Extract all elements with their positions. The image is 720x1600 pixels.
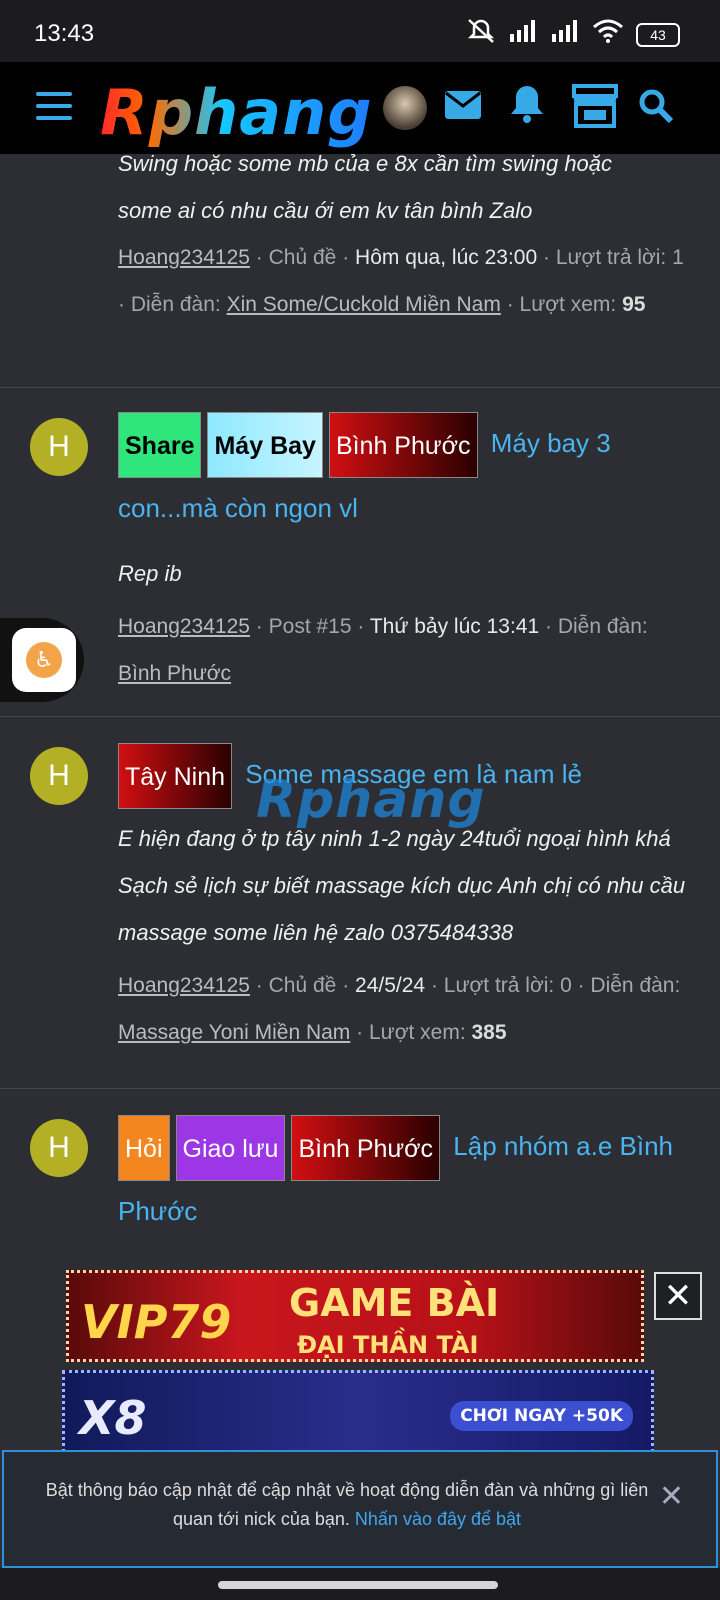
item-snippet: Swing hoặc some mb của e 8x cần tìm swin…: [118, 140, 696, 234]
tag-tay-ninh[interactable]: Tây Ninh: [118, 743, 233, 809]
ad-headline: GAME BÀI: [289, 1281, 500, 1325]
item-replies: Lượt trả lời: 0: [443, 974, 572, 997]
search-icon[interactable]: [638, 88, 674, 129]
menu-icon[interactable]: [36, 92, 72, 120]
notice-text: Bật thông báo cập nhật để cập nhật về ho…: [45, 1480, 649, 1529]
status-icons: 43: [466, 18, 680, 51]
battery-icon: 43: [636, 22, 680, 47]
system-nav-bar: [0, 1568, 720, 1600]
status-time: 13:43: [34, 20, 95, 47]
store-icon[interactable]: [570, 84, 620, 133]
ad-close-button[interactable]: ✕: [654, 1272, 702, 1320]
item-type: Chủ đề: [268, 246, 337, 269]
item-views: 385: [471, 1021, 507, 1044]
forum-link[interactable]: Xin Some/Cuckold Miền Nam: [227, 293, 501, 316]
item-meta: Hoang234125 · Chủ đề · 24/5/24 · Lượt tr…: [118, 974, 681, 1044]
forum-label: Diễn đàn:: [557, 615, 648, 638]
home-gesture-handle[interactable]: [218, 1581, 498, 1589]
ad-subline: ĐẠI THẦN TÀI: [297, 1331, 479, 1359]
tag-hoi[interactable]: Hỏi: [118, 1115, 170, 1181]
snippet-line: Swing hoặc some mb của e 8x cần tìm swin…: [118, 151, 613, 176]
watermark-logo: Rphang: [256, 770, 486, 830]
status-bar: 13:43 43: [0, 0, 720, 62]
enable-notifications-link[interactable]: Nhấn vào đây để bật: [355, 1509, 521, 1529]
tag-binh-phuoc[interactable]: Bình Phước: [328, 412, 478, 478]
ad-banner-x8[interactable]: X8 CHƠI NGAY +50K: [62, 1370, 654, 1460]
tag-share[interactable]: Share: [118, 412, 202, 478]
search-results: Swing hoặc some mb của e 8x cần tìm swin…: [0, 151, 720, 1289]
signal-icon-2: [550, 20, 580, 49]
thread-title[interactable]: Share Máy Bay Bình Phước Máy bay 3 con...m…: [118, 412, 696, 538]
avatar[interactable]: H: [30, 418, 88, 476]
item-date: Thứ bảy lúc 13:41: [369, 615, 540, 638]
accessibility-icon: ♿: [26, 642, 62, 678]
user-link[interactable]: Hoang234125: [118, 615, 250, 638]
user-link[interactable]: Hoang234125: [118, 246, 250, 269]
tag-binh-phuoc[interactable]: Bình Phước: [291, 1115, 441, 1181]
user-link[interactable]: Hoang234125: [118, 974, 250, 997]
item-snippet: E hiện đang ở tp tây ninh 1-2 ngày 24tuổ…: [118, 826, 686, 945]
ad-cta-button[interactable]: CHƠI NGAY +50K: [450, 1401, 633, 1431]
ad-logo: VIP79: [81, 1295, 232, 1349]
user-avatar[interactable]: [383, 86, 427, 130]
item-meta: Hoang234125 · Chủ đề · Hôm qua, lúc 23:0…: [118, 246, 684, 316]
forum-link[interactable]: Massage Yoni Miền Nam: [118, 1021, 350, 1044]
mute-icon: [466, 18, 496, 51]
post-number[interactable]: Post #15: [269, 615, 352, 638]
list-item: Swing hoặc some mb của e 8x cần tìm swin…: [0, 140, 720, 388]
item-views: 95: [622, 293, 646, 316]
views-label: Lượt xem:: [368, 1021, 466, 1044]
item-date: Hôm qua, lúc 23:00: [355, 246, 538, 269]
bell-icon[interactable]: [510, 84, 544, 129]
signal-icon: [508, 20, 538, 49]
mail-icon[interactable]: [444, 90, 482, 125]
item-type: Chủ đề: [268, 974, 337, 997]
ad-logo: X8: [79, 1391, 147, 1445]
accessibility-button[interactable]: ♿: [0, 618, 84, 702]
notification-prompt: Bật thông báo cập nhật để cập nhật về ho…: [2, 1450, 718, 1568]
forum-link[interactable]: Bình Phước: [118, 662, 231, 685]
forum-label: Diễn đàn:: [590, 974, 681, 997]
item-replies: Lượt trả lời: 1: [555, 246, 684, 269]
ad-banner-vip79[interactable]: VIP79 GAME BÀI ĐẠI THẦN TÀI: [66, 1270, 644, 1362]
views-label: Lượt xem:: [519, 293, 617, 316]
list-item: H Share Máy Bay Bình Phước Máy bay 3 con..…: [0, 388, 720, 717]
avatar[interactable]: H: [30, 1119, 88, 1177]
site-logo[interactable]: Rphang: [100, 76, 373, 149]
list-item: H Hỏi Giao lưu Bình Phước Lập nhóm a.e Bìn…: [0, 1089, 720, 1289]
item-snippet: Rep ib: [118, 561, 182, 586]
forum-label: Diễn đàn:: [130, 293, 221, 316]
avatar[interactable]: H: [30, 747, 88, 805]
wifi-icon: [592, 19, 624, 50]
thread-title[interactable]: Hỏi Giao lưu Bình Phước Lập nhóm a.e Bình …: [118, 1115, 696, 1241]
item-meta: Hoang234125 · Post #15 · Thứ bảy lúc 13:…: [118, 615, 648, 685]
item-date: 24/5/24: [355, 974, 426, 997]
tag-may-bay[interactable]: Máy Bay: [207, 412, 323, 478]
snippet-line: some ai có nhu cầu ới em kv tân bình Zal…: [118, 198, 533, 223]
tag-giao-luu[interactable]: Giao lưu: [175, 1115, 286, 1181]
close-icon[interactable]: ✕: [659, 1482, 684, 1512]
